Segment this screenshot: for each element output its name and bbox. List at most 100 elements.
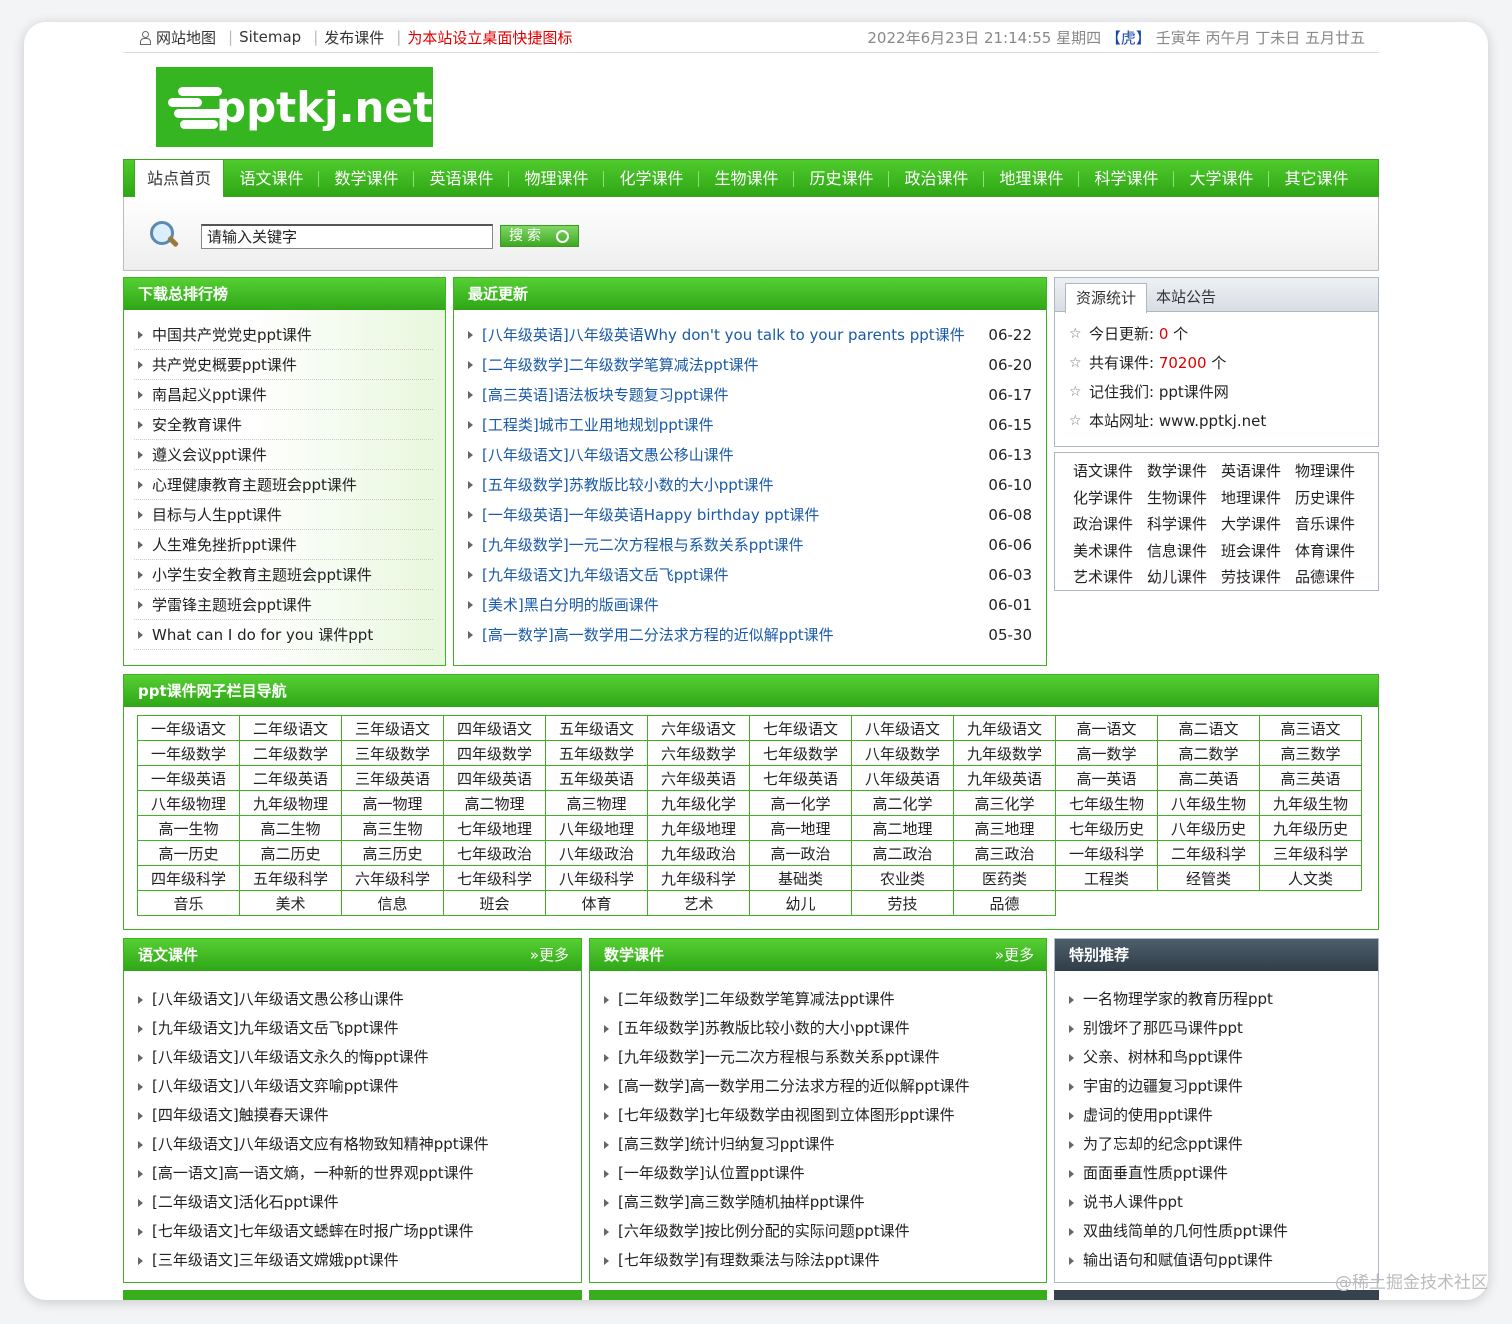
ranking-item[interactable]: 心理健康教育主题班会ppt课件: [134, 470, 433, 500]
math-item[interactable]: [二年级数学]二年级数学笔算减法ppt课件: [600, 985, 1046, 1014]
column-nav-cell[interactable]: 八年级地理: [545, 815, 648, 841]
column-nav-cell[interactable]: 四年级英语: [443, 765, 546, 791]
column-nav-cell[interactable]: 一年级英语: [137, 765, 240, 791]
math-item[interactable]: [高三数学]统计归纳复习ppt课件: [600, 1130, 1046, 1159]
subject-link[interactable]: 美术课件: [1073, 538, 1147, 565]
chinese-item[interactable]: [七年级语文]七年级语文蟋蟀在时报广场ppt课件: [134, 1217, 581, 1246]
column-nav-cell[interactable]: 六年级数学: [647, 740, 750, 766]
subject-link[interactable]: 语文课件: [1073, 458, 1147, 485]
subject-link[interactable]: 数学课件: [1147, 458, 1221, 485]
tab-stats[interactable]: 资源统计: [1065, 283, 1147, 313]
column-nav-cell[interactable]: 高三生物: [341, 815, 444, 841]
shortcut-link[interactable]: 为本站设立桌面快捷图标: [407, 27, 572, 48]
ranking-item[interactable]: 南昌起义ppt课件: [134, 380, 433, 410]
column-nav-cell[interactable]: 农业类: [851, 865, 954, 891]
column-nav-cell[interactable]: 九年级生物: [1259, 790, 1362, 816]
subject-link[interactable]: 英语课件: [1221, 458, 1295, 485]
column-nav-cell[interactable]: 高一数学: [1055, 740, 1158, 766]
column-nav-cell[interactable]: 音乐: [137, 890, 240, 916]
column-nav-cell[interactable]: 五年级英语: [545, 765, 648, 791]
column-nav-cell[interactable]: 二年级科学: [1157, 840, 1260, 866]
subject-link[interactable]: 历史课件: [1295, 485, 1369, 512]
nav-item[interactable]: 英语课件: [414, 160, 509, 198]
ranking-item[interactable]: 目标与人生ppt课件: [134, 500, 433, 530]
column-nav-cell[interactable]: 八年级生物: [1157, 790, 1260, 816]
chinese-item[interactable]: [高一语文]高一语文熵，一种新的世界观ppt课件: [134, 1159, 581, 1188]
nav-item[interactable]: 科学课件: [1079, 160, 1174, 198]
column-nav-cell[interactable]: 高二化学: [851, 790, 954, 816]
subject-link[interactable]: 劳技课件: [1221, 564, 1295, 591]
math-item[interactable]: [七年级数学]有理数乘法与除法ppt课件: [600, 1246, 1046, 1275]
ranking-item[interactable]: 小学生安全教育主题班会ppt课件: [134, 560, 433, 590]
subject-link[interactable]: 班会课件: [1221, 538, 1295, 565]
column-nav-cell[interactable]: 五年级语文: [545, 715, 648, 741]
subject-link[interactable]: 幼儿课件: [1147, 564, 1221, 591]
column-nav-cell[interactable]: 二年级英语: [239, 765, 342, 791]
column-nav-cell[interactable]: 高二政治: [851, 840, 954, 866]
math-item[interactable]: [一年级数学]认位置ppt课件: [600, 1159, 1046, 1188]
column-nav-cell[interactable]: 九年级数学: [953, 740, 1056, 766]
special-item[interactable]: 双曲线简单的几何性质ppt课件: [1065, 1217, 1378, 1246]
column-nav-cell[interactable]: 八年级科学: [545, 865, 648, 891]
column-nav-cell[interactable]: 一年级科学: [1055, 840, 1158, 866]
column-nav-cell[interactable]: 高二历史: [239, 840, 342, 866]
subject-link[interactable]: 政治课件: [1073, 511, 1147, 538]
sitemap-cn-link[interactable]: 网站地图: [156, 27, 216, 48]
subject-link[interactable]: 物理课件: [1295, 458, 1369, 485]
column-nav-cell[interactable]: 高三化学: [953, 790, 1056, 816]
math-item[interactable]: [五年级数学]苏教版比较小数的大小ppt课件: [600, 1014, 1046, 1043]
math-item[interactable]: [六年级数学]按比例分配的实际问题ppt课件: [600, 1217, 1046, 1246]
column-nav-cell[interactable]: 五年级科学: [239, 865, 342, 891]
column-nav-cell[interactable]: 三年级数学: [341, 740, 444, 766]
recent-item-link[interactable]: [美术]黑白分明的版画课件: [482, 596, 659, 614]
column-nav-cell[interactable]: 人文类: [1259, 865, 1362, 891]
ranking-item[interactable]: 人生难免挫折ppt课件: [134, 530, 433, 560]
column-nav-cell[interactable]: 体育: [545, 890, 648, 916]
column-nav-cell[interactable]: 九年级政治: [647, 840, 750, 866]
special-item[interactable]: 输出语句和赋值语句ppt课件: [1065, 1246, 1378, 1275]
column-nav-cell[interactable]: 劳技: [851, 890, 954, 916]
chinese-item[interactable]: [三年级语文]三年级语文嫦娥ppt课件: [134, 1246, 581, 1275]
recent-item-link[interactable]: [一年级英语]一年级英语Happy birthday ppt课件: [482, 506, 819, 524]
column-nav-cell[interactable]: 高一政治: [749, 840, 852, 866]
nav-item[interactable]: 生物课件: [699, 160, 794, 198]
special-item[interactable]: 一名物理学家的教育历程ppt: [1065, 985, 1378, 1014]
recent-item-link[interactable]: [高一数学]高一数学用二分法求方程的近似解ppt课件: [482, 626, 834, 644]
column-nav-cell[interactable]: 高三政治: [953, 840, 1056, 866]
nav-item[interactable]: 政治课件: [889, 160, 984, 198]
nav-item[interactable]: 其它课件: [1269, 160, 1364, 198]
site-logo[interactable]: pptkj.net: [156, 67, 433, 147]
subject-link[interactable]: 地理课件: [1221, 485, 1295, 512]
math-item[interactable]: [高三数学]高三数学随机抽样ppt课件: [600, 1188, 1046, 1217]
special-item[interactable]: 别饿坏了那匹马课件ppt: [1065, 1014, 1378, 1043]
column-nav-cell[interactable]: 高二物理: [443, 790, 546, 816]
recent-item-link[interactable]: [高三英语]语法板块专题复习ppt课件: [482, 386, 729, 404]
column-nav-cell[interactable]: 工程类: [1055, 865, 1158, 891]
subject-link[interactable]: 品德课件: [1295, 564, 1369, 591]
column-nav-cell[interactable]: 八年级数学: [851, 740, 954, 766]
special-item[interactable]: 宇宙的边疆复习ppt课件: [1065, 1072, 1378, 1101]
column-nav-cell[interactable]: 高一物理: [341, 790, 444, 816]
recent-item-link[interactable]: [八年级英语]八年级英语Why don't you talk to your p…: [482, 326, 965, 344]
special-item[interactable]: 为了忘却的纪念ppt课件: [1065, 1130, 1378, 1159]
nav-item[interactable]: 地理课件: [984, 160, 1079, 198]
subject-link[interactable]: 大学课件: [1221, 511, 1295, 538]
column-nav-cell[interactable]: 七年级语文: [749, 715, 852, 741]
math-item[interactable]: [七年级数学]七年级数学由视图到立体图形ppt课件: [600, 1101, 1046, 1130]
column-nav-cell[interactable]: 美术: [239, 890, 342, 916]
subject-link[interactable]: 体育课件: [1295, 538, 1369, 565]
chinese-item[interactable]: [八年级语文]八年级语文弈喻ppt课件: [134, 1072, 581, 1101]
chinese-item[interactable]: [四年级语文]触摸春天课件: [134, 1101, 581, 1130]
column-nav-cell[interactable]: 九年级科学: [647, 865, 750, 891]
column-nav-cell[interactable]: 七年级政治: [443, 840, 546, 866]
column-nav-cell[interactable]: 九年级语文: [953, 715, 1056, 741]
column-nav-cell[interactable]: 八年级政治: [545, 840, 648, 866]
column-nav-cell[interactable]: 三年级语文: [341, 715, 444, 741]
subject-link[interactable]: 化学课件: [1073, 485, 1147, 512]
column-nav-cell[interactable]: 八年级物理: [137, 790, 240, 816]
column-nav-cell[interactable]: 八年级历史: [1157, 815, 1260, 841]
column-nav-cell[interactable]: 基础类: [749, 865, 852, 891]
column-nav-cell[interactable]: 三年级科学: [1259, 840, 1362, 866]
chinese-item[interactable]: [九年级语文]九年级语文岳飞ppt课件: [134, 1014, 581, 1043]
nav-item[interactable]: 化学课件: [604, 160, 699, 198]
